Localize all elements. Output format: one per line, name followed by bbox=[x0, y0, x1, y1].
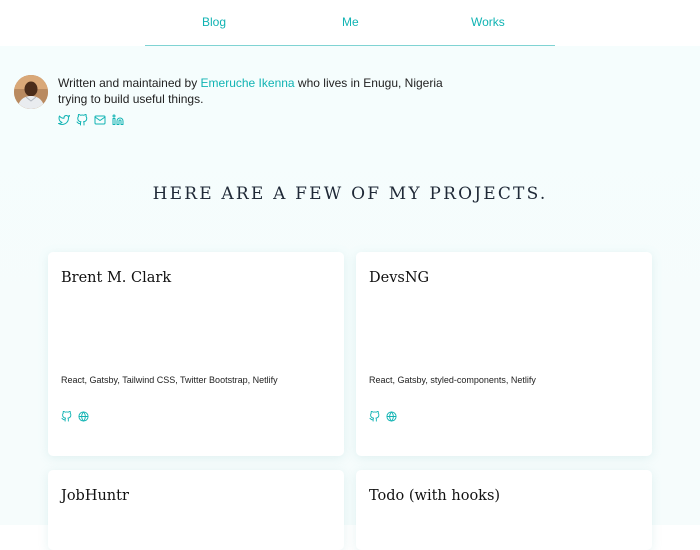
bio-prefix: Written and maintained by bbox=[58, 76, 201, 90]
project-links bbox=[61, 411, 89, 422]
project-title[interactable]: Brent M. Clark bbox=[61, 270, 171, 286]
top-nav: Blog Me Works bbox=[145, 0, 555, 46]
social-links bbox=[58, 114, 124, 126]
bio-text: Written and maintained by Emeruche Ikenn… bbox=[58, 75, 458, 107]
globe-icon[interactable] bbox=[78, 411, 89, 422]
project-tags: React, Gatsby, Tailwind CSS, Twitter Boo… bbox=[61, 375, 278, 385]
globe-icon[interactable] bbox=[386, 411, 397, 422]
author-link[interactable]: Emeruche Ikenna bbox=[201, 76, 295, 90]
avatar bbox=[14, 75, 48, 109]
project-title[interactable]: DevsNG bbox=[369, 270, 429, 286]
avatar-image bbox=[14, 75, 48, 109]
nav-link-works[interactable]: Works bbox=[471, 15, 505, 29]
nav-link-me[interactable]: Me bbox=[342, 15, 359, 29]
nav-link-blog[interactable]: Blog bbox=[202, 15, 226, 29]
project-card: DevsNG React, Gatsby, styled-components,… bbox=[356, 252, 652, 456]
project-title[interactable]: Todo (with hooks) bbox=[369, 488, 500, 504]
github-icon[interactable] bbox=[369, 411, 380, 422]
github-icon[interactable] bbox=[76, 114, 88, 126]
mail-icon[interactable] bbox=[94, 114, 106, 126]
project-tags: React, Gatsby, styled-components, Netlif… bbox=[369, 375, 536, 385]
project-links bbox=[369, 411, 397, 422]
linkedin-icon[interactable] bbox=[112, 114, 124, 126]
twitter-icon[interactable] bbox=[58, 114, 70, 126]
project-card: JobHuntr bbox=[48, 470, 344, 550]
project-card: Brent M. Clark React, Gatsby, Tailwind C… bbox=[48, 252, 344, 456]
projects-heading: HERE ARE A FEW OF MY PROJECTS. bbox=[152, 184, 548, 204]
project-title[interactable]: JobHuntr bbox=[61, 488, 129, 504]
project-card: Todo (with hooks) bbox=[356, 470, 652, 550]
github-icon[interactable] bbox=[61, 411, 72, 422]
